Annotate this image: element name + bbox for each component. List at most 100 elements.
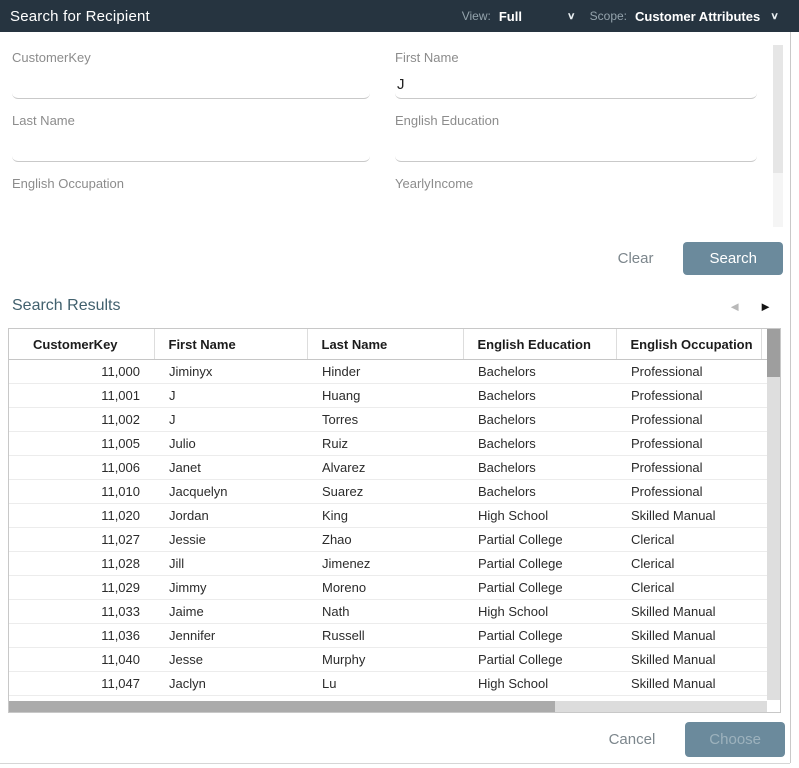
cell-first-name: Jaime (154, 600, 307, 624)
cell-english-occupation: Professional (616, 456, 761, 480)
dialog-footer: Cancel Choose (595, 722, 785, 757)
results-body: 11,000 Jiminyx Hinder Bachelors Professi… (9, 360, 781, 696)
field-english-education: English Education (395, 113, 757, 162)
table-vertical-scrollbar-thumb[interactable] (767, 329, 780, 377)
cell-last-name: Moreno (307, 576, 463, 600)
cell-english-occupation: Clerical (616, 552, 761, 576)
cell-english-education: High School (463, 672, 616, 696)
prev-page-icon[interactable]: ◄ (728, 299, 741, 314)
results-pager: ◄ ► (728, 299, 772, 314)
field-customerkey: CustomerKey (12, 50, 370, 99)
last-name-input[interactable] (12, 130, 370, 162)
choose-button[interactable]: Choose (685, 722, 785, 757)
form-actions: Clear Search (604, 242, 783, 275)
scope-value: Customer Attributes (635, 9, 760, 24)
scope-label: Scope: (590, 9, 627, 23)
cell-english-education: Bachelors (463, 384, 616, 408)
english-occupation-input[interactable] (12, 193, 370, 225)
field-yearlyincome: YearlyIncome (395, 176, 757, 225)
cell-first-name: Jesse (154, 648, 307, 672)
cell-english-occupation: Clerical (616, 576, 761, 600)
cell-last-name: Hinder (307, 360, 463, 384)
table-horizontal-scrollbar[interactable] (9, 701, 767, 712)
table-row[interactable]: 11,010 Jacquelyn Suarez Bachelors Profes… (9, 480, 781, 504)
table-row[interactable]: 11,047 Jaclyn Lu High School Skilled Man… (9, 672, 781, 696)
yearlyincome-input[interactable] (395, 193, 757, 225)
cell-customerkey: 11,005 (9, 432, 154, 456)
cell-english-education: Partial College (463, 624, 616, 648)
view-dropdown[interactable]: Full ∨ (499, 9, 590, 24)
form-scrollbar[interactable] (773, 45, 783, 227)
view-value: Full (499, 9, 557, 24)
col-customerkey[interactable]: CustomerKey (9, 329, 154, 360)
cell-first-name: Jimmy (154, 576, 307, 600)
table-row[interactable]: 11,020 Jordan King High School Skilled M… (9, 504, 781, 528)
form-grid: CustomerKey First Name Last Name English… (0, 40, 790, 232)
cell-customerkey: 11,040 (9, 648, 154, 672)
first-name-input[interactable] (395, 67, 757, 99)
results-header-row: CustomerKey First Name Last Name English… (9, 329, 781, 360)
clear-button[interactable]: Clear (604, 242, 668, 275)
cell-first-name: Jiminyx (154, 360, 307, 384)
cell-last-name: King (307, 504, 463, 528)
table-row[interactable]: 11,005 Julio Ruiz Bachelors Professional (9, 432, 781, 456)
table-vertical-scrollbar[interactable] (767, 329, 780, 700)
table-row[interactable]: 11,033 Jaime Nath High School Skilled Ma… (9, 600, 781, 624)
english-education-input[interactable] (395, 130, 757, 162)
cell-first-name: Jordan (154, 504, 307, 528)
cell-english-education: Partial College (463, 528, 616, 552)
cell-english-education: Partial College (463, 552, 616, 576)
table-row[interactable]: 11,006 Janet Alvarez Bachelors Professio… (9, 456, 781, 480)
table-row[interactable]: 11,028 Jill Jimenez Partial College Cler… (9, 552, 781, 576)
cell-customerkey: 11,028 (9, 552, 154, 576)
table-row[interactable]: 11,036 Jennifer Russell Partial College … (9, 624, 781, 648)
cell-last-name: Alvarez (307, 456, 463, 480)
cell-customerkey: 11,033 (9, 600, 154, 624)
table-row[interactable]: 11,040 Jesse Murphy Partial College Skil… (9, 648, 781, 672)
cell-first-name: J (154, 384, 307, 408)
col-english-occupation[interactable]: English Occupation (616, 329, 761, 360)
cell-customerkey: 11,029 (9, 576, 154, 600)
col-first-name[interactable]: First Name (154, 329, 307, 360)
form-scrollbar-thumb[interactable] (773, 45, 783, 173)
col-english-education[interactable]: English Education (463, 329, 616, 360)
col-last-name[interactable]: Last Name (307, 329, 463, 360)
cell-english-occupation: Skilled Manual (616, 504, 761, 528)
dialog-titlebar: Search for Recipient View: Full ∨ Scope:… (0, 0, 799, 32)
english-education-label: English Education (395, 113, 757, 130)
scope-dropdown[interactable]: Customer Attributes ∨ (635, 9, 793, 24)
table-row[interactable]: 11,002 J Torres Bachelors Professional (9, 408, 781, 432)
cell-last-name: Suarez (307, 480, 463, 504)
cell-customerkey: 11,027 (9, 528, 154, 552)
table-row[interactable]: 11,000 Jiminyx Hinder Bachelors Professi… (9, 360, 781, 384)
field-last-name: Last Name (12, 113, 370, 162)
cell-first-name: Jennifer (154, 624, 307, 648)
table-row[interactable]: 11,029 Jimmy Moreno Partial College Cler… (9, 576, 781, 600)
cell-english-occupation: Skilled Manual (616, 672, 761, 696)
results-grid: CustomerKey First Name Last Name English… (9, 329, 781, 696)
cell-english-education: Bachelors (463, 456, 616, 480)
search-form: CustomerKey First Name Last Name English… (0, 40, 790, 232)
customerkey-input[interactable] (12, 67, 370, 99)
next-page-icon[interactable]: ► (759, 299, 772, 314)
table-row[interactable]: 11,001 J Huang Bachelors Professional (9, 384, 781, 408)
cancel-button[interactable]: Cancel (595, 723, 670, 756)
cell-english-education: High School (463, 504, 616, 528)
table-row[interactable]: 11,027 Jessie Zhao Partial College Cleri… (9, 528, 781, 552)
cell-english-education: Bachelors (463, 480, 616, 504)
cell-customerkey: 11,010 (9, 480, 154, 504)
chevron-down-icon: ∨ (770, 10, 779, 21)
cell-last-name: Murphy (307, 648, 463, 672)
cell-customerkey: 11,002 (9, 408, 154, 432)
cell-first-name: Julio (154, 432, 307, 456)
search-button[interactable]: Search (683, 242, 783, 275)
search-recipient-dialog: Search for Recipient View: Full ∨ Scope:… (0, 0, 799, 768)
cell-customerkey: 11,047 (9, 672, 154, 696)
dialog-right-border (790, 32, 791, 763)
dialog-bottom-border (0, 763, 790, 764)
dialog-title: Search for Recipient (0, 8, 150, 25)
table-horizontal-scrollbar-thumb[interactable] (9, 701, 555, 712)
cell-english-education: Partial College (463, 648, 616, 672)
cell-first-name: Jill (154, 552, 307, 576)
cell-english-education: High School (463, 600, 616, 624)
